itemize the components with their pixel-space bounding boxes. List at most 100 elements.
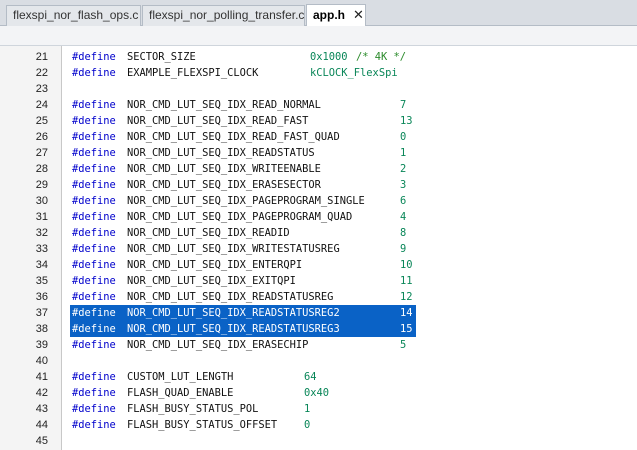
macro-name: NOR_CMD_LUT_SEQ_IDX_ERASESECTOR — [127, 179, 321, 191]
macro-name: NOR_CMD_LUT_SEQ_IDX_PAGEPROGRAM_SINGLE — [127, 195, 365, 207]
tab-flexspi-nor-flash-ops[interactable]: flexspi_nor_flash_ops.c — [6, 5, 141, 26]
macro-value: 7 — [400, 99, 407, 111]
code-line[interactable]: 31 #define NOR_CMD_LUT_SEQ_IDX_PAGEPROGRAM… — [0, 209, 637, 225]
macro-name: EXAMPLE_FLEXSPI_CLOCK — [127, 67, 259, 79]
line-number: 42 — [35, 387, 48, 399]
macro-value: 1 — [400, 147, 407, 159]
define-keyword: #define — [72, 259, 116, 271]
code-line[interactable]: 29 #define NOR_CMD_LUT_SEQ_IDX_ERASESECTOR… — [0, 177, 637, 193]
define-keyword: #define — [72, 131, 116, 143]
code-line[interactable]: 40 — [0, 353, 637, 369]
define-keyword: #define — [72, 403, 116, 415]
macro-value: 10 — [400, 259, 413, 271]
close-icon[interactable]: ✕ — [353, 5, 364, 24]
macro-value: 12 — [400, 291, 413, 303]
code-line[interactable]: 42 #define FLASH_QUAD_ENABLE 0x40 — [0, 385, 637, 401]
code-line[interactable]: 32 #define NOR_CMD_LUT_SEQ_IDX_READID 8 — [0, 225, 637, 241]
code-line[interactable]: 26 #define NOR_CMD_LUT_SEQ_IDX_READ_FAST_Q… — [0, 129, 637, 145]
code-comment: /* 4K */ — [356, 51, 407, 63]
line-number: 38 — [35, 323, 48, 335]
macro-name: NOR_CMD_LUT_SEQ_IDX_ENTERQPI — [127, 259, 303, 271]
code-line[interactable]: 21 #define SECTOR_SIZE 0x1000 /* 4K */ — [0, 49, 637, 65]
macro-name: NOR_CMD_LUT_SEQ_IDX_READ_FAST_QUAD — [127, 131, 340, 143]
code-line[interactable]: 39 #define NOR_CMD_LUT_SEQ_IDX_ERASECHIP 5 — [0, 337, 637, 353]
macro-name: NOR_CMD_LUT_SEQ_IDX_EXITQPI — [127, 275, 296, 287]
macro-name: NOR_CMD_LUT_SEQ_IDX_READSTATUSREG2 — [127, 307, 340, 319]
macro-name: NOR_CMD_LUT_SEQ_IDX_READSTATUSREG3 — [127, 323, 340, 335]
code-line[interactable]: 22 #define EXAMPLE_FLEXSPI_CLOCK kCLOCK_Fle… — [0, 65, 637, 81]
macro-name: NOR_CMD_LUT_SEQ_IDX_ERASECHIP — [127, 339, 309, 351]
code-line[interactable]: 36 #define NOR_CMD_LUT_SEQ_IDX_READSTATUSR… — [0, 289, 637, 305]
define-keyword: #define — [72, 99, 116, 111]
line-number: 25 — [35, 115, 48, 127]
tab-flexspi-nor-polling-transfer[interactable]: flexspi_nor_polling_transfer.c — [142, 5, 305, 26]
line-number: 22 — [35, 67, 48, 79]
macro-name: NOR_CMD_LUT_SEQ_IDX_PAGEPROGRAM_QUAD — [127, 211, 353, 223]
code-line[interactable]: 35 #define NOR_CMD_LUT_SEQ_IDX_EXITQPI 11 — [0, 273, 637, 289]
macro-name: FLASH_BUSY_STATUS_POL — [127, 403, 259, 415]
macro-value: 2 — [400, 163, 407, 175]
macro-value: 5 — [400, 339, 407, 351]
code-editor[interactable]: 21 #define SECTOR_SIZE 0x1000/* 4K */22 #def… — [0, 46, 637, 450]
code-line[interactable]: 24 #define NOR_CMD_LUT_SEQ_IDX_READ_NORMAL… — [0, 97, 637, 113]
define-keyword: #define — [72, 275, 116, 287]
macro-name: NOR_CMD_LUT_SEQ_IDX_READ_FAST — [127, 115, 309, 127]
tab-app-h[interactable]: app.h ✕ — [306, 4, 366, 26]
line-number: 39 — [35, 339, 48, 351]
macro-name: CUSTOM_LUT_LENGTH — [127, 371, 234, 383]
define-keyword: #define — [72, 387, 116, 399]
macro-value: 0x40 — [304, 387, 330, 399]
define-keyword: #define — [72, 243, 116, 255]
macro-value: 0 — [304, 419, 311, 431]
define-keyword: #define — [72, 227, 116, 239]
code-line[interactable]: 30 #define NOR_CMD_LUT_SEQ_IDX_PAGEPROGRAM… — [0, 193, 637, 209]
code-line[interactable]: 44 #define FLASH_BUSY_STATUS_OFFSET 0 — [0, 417, 637, 433]
code-line[interactable]: 34 #define NOR_CMD_LUT_SEQ_IDX_ENTERQPI 10 — [0, 257, 637, 273]
define-keyword: #define — [72, 51, 116, 63]
line-number: 37 — [35, 307, 48, 319]
tab-label: flexspi_nor_polling_transfer.c — [149, 8, 305, 22]
code-line[interactable]: 45 — [0, 433, 637, 449]
code-line[interactable]: 38 #define NOR_CMD_LUT_SEQ_IDX_READSTATUSR… — [0, 321, 637, 337]
line-number: 28 — [35, 163, 48, 175]
line-number: 34 — [35, 259, 48, 271]
code-line[interactable]: 37 #define NOR_CMD_LUT_SEQ_IDX_READSTATUSR… — [0, 305, 637, 321]
line-number: 21 — [35, 51, 48, 63]
macro-name: NOR_CMD_LUT_SEQ_IDX_READSTATUSREG — [127, 291, 334, 303]
macro-value: 4 — [400, 211, 407, 223]
macro-name: NOR_CMD_LUT_SEQ_IDX_WRITEENABLE — [127, 163, 321, 175]
define-keyword: #define — [72, 163, 116, 175]
code-line[interactable]: 25 #define NOR_CMD_LUT_SEQ_IDX_READ_FAST 13 — [0, 113, 637, 129]
line-number: 23 — [35, 83, 48, 95]
macro-value: kCLOCK_FlexSpi — [310, 67, 398, 79]
line-number: 41 — [35, 371, 48, 383]
line-number: 35 — [35, 275, 48, 287]
define-keyword: #define — [72, 307, 116, 319]
macro-name: FLASH_BUSY_STATUS_OFFSET — [127, 419, 278, 431]
macro-value: 8 — [400, 227, 407, 239]
macro-value: 9 — [400, 243, 407, 255]
line-number: 40 — [35, 355, 48, 367]
macro-name: SECTOR_SIZE — [127, 51, 196, 63]
line-number: 29 — [35, 179, 48, 191]
macro-value: 15 — [400, 323, 413, 335]
macro-value: 0 — [400, 131, 407, 143]
code-line[interactable]: 28 #define NOR_CMD_LUT_SEQ_IDX_WRITEENABLE… — [0, 161, 637, 177]
define-keyword: #define — [72, 339, 116, 351]
macro-value: 3 — [400, 179, 407, 191]
code-line[interactable]: 41 #define CUSTOM_LUT_LENGTH 64 — [0, 369, 637, 385]
code-line[interactable]: 33 #define NOR_CMD_LUT_SEQ_IDX_WRITESTATUS… — [0, 241, 637, 257]
define-keyword: #define — [72, 179, 116, 191]
macro-value: 6 — [400, 195, 407, 207]
editor-tab-bar: flexspi_nor_flash_ops.c flexspi_nor_poll… — [0, 0, 637, 26]
line-number: 45 — [35, 435, 48, 447]
define-keyword: #define — [72, 115, 116, 127]
line-number: 44 — [35, 419, 48, 431]
code-line[interactable]: 27 #define NOR_CMD_LUT_SEQ_IDX_READSTATUS 1 — [0, 145, 637, 161]
code-line[interactable]: 43 #define FLASH_BUSY_STATUS_POL 1 — [0, 401, 637, 417]
tab-label: app.h — [313, 8, 345, 22]
line-number: 33 — [35, 243, 48, 255]
code-line[interactable]: 23 — [0, 81, 637, 97]
tab-label: flexspi_nor_flash_ops.c — [13, 8, 139, 22]
line-number: 26 — [35, 131, 48, 143]
